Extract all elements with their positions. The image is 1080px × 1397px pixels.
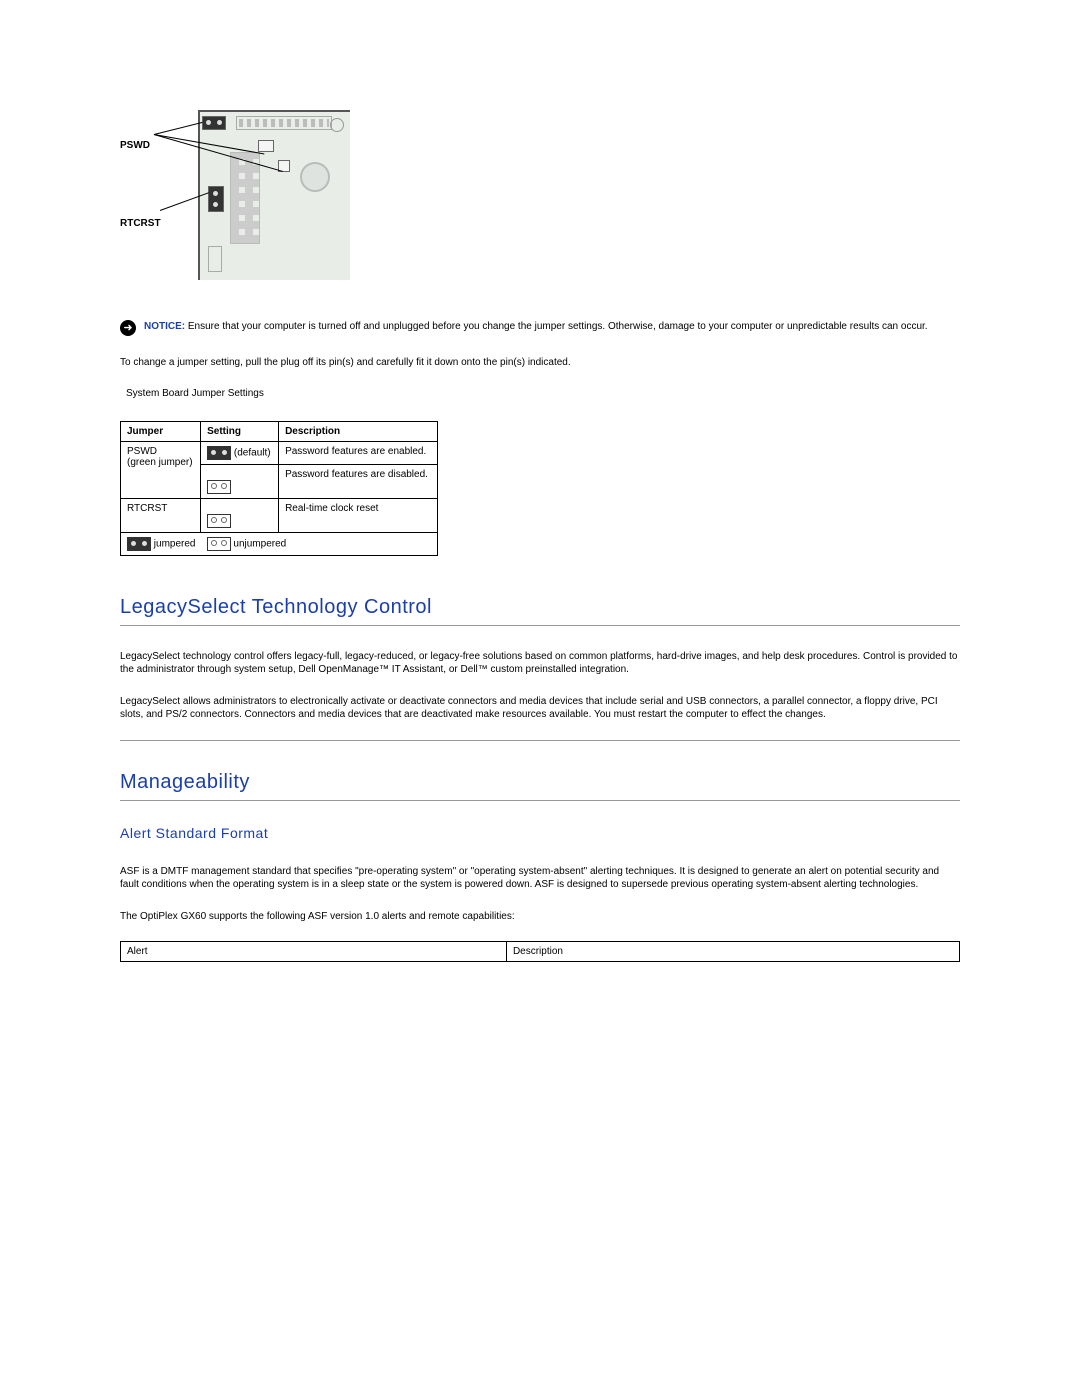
- asf-paragraph-1: ASF is a DMTF management standard that s…: [120, 865, 960, 892]
- jumper-name: PSWD: [127, 446, 157, 457]
- legend-cell: jumpered unjumpered: [121, 532, 438, 555]
- change-jumper-paragraph: To change a jumper setting, pull the plu…: [120, 356, 960, 370]
- legacyselect-heading: LegacySelect Technology Control: [120, 596, 960, 619]
- col-description: Description: [279, 421, 438, 441]
- unjumpered-icon: [207, 537, 231, 551]
- connector-icon: [258, 140, 274, 152]
- table-row: Alert Description: [121, 942, 960, 962]
- jumper-table-caption: System Board Jumper Settings: [126, 388, 960, 399]
- notice-block: ➜ NOTICE: Ensure that your computer is t…: [120, 320, 960, 336]
- jumper-name: RTCRST: [121, 498, 201, 532]
- table-row: Jumper Setting Description: [121, 421, 438, 441]
- desc-cell: Password features are disabled.: [279, 464, 438, 498]
- jumpered-icon: [127, 537, 151, 551]
- asf-paragraph-2: The OptiPlex GX60 supports the following…: [120, 910, 960, 924]
- legacy-paragraph-2: LegacySelect allows administrators to el…: [120, 695, 960, 722]
- manageability-heading: Manageability: [120, 771, 960, 794]
- desc-cell: Real-time clock reset: [279, 498, 438, 532]
- setting-default: (default): [234, 447, 271, 458]
- jumper-note: (green jumper): [127, 457, 193, 468]
- desc-cell: Password features are enabled.: [279, 441, 438, 464]
- jumper-settings-table: Jumper Setting Description PSWD (green j…: [120, 421, 438, 556]
- notice-icon: ➜: [120, 320, 136, 336]
- asf-subheading: Alert Standard Format: [120, 825, 960, 841]
- table-row: jumpered unjumpered: [121, 532, 438, 555]
- col-description: Description: [506, 942, 959, 962]
- divider: [120, 740, 960, 741]
- notice-label: NOTICE:: [144, 321, 185, 332]
- rtcrst-jumper-icon: [208, 186, 224, 212]
- system-board-diagram: PSWD RTCRST: [120, 110, 350, 280]
- col-jumper: Jumper: [121, 421, 201, 441]
- legend-jumpered: jumpered: [154, 538, 196, 549]
- unjumpered-icon: [207, 480, 231, 494]
- divider: [120, 800, 960, 801]
- alert-table: Alert Description: [120, 941, 960, 962]
- pswd-jumper-icon: [202, 116, 226, 130]
- jumpered-icon: [207, 446, 231, 460]
- legend-unjumpered: unjumpered: [233, 538, 286, 549]
- table-row: RTCRST Real-time clock reset: [121, 498, 438, 532]
- col-alert: Alert: [121, 942, 507, 962]
- diagram-label-pswd: PSWD: [120, 140, 150, 151]
- col-setting: Setting: [201, 421, 279, 441]
- divider: [120, 625, 960, 626]
- notice-text: Ensure that your computer is turned off …: [188, 321, 928, 332]
- table-row: PSWD (green jumper) (default) Password f…: [121, 441, 438, 464]
- legacy-paragraph-1: LegacySelect technology control offers l…: [120, 650, 960, 677]
- unjumpered-icon: [207, 514, 231, 528]
- diagram-label-rtcrst: RTCRST: [120, 218, 161, 229]
